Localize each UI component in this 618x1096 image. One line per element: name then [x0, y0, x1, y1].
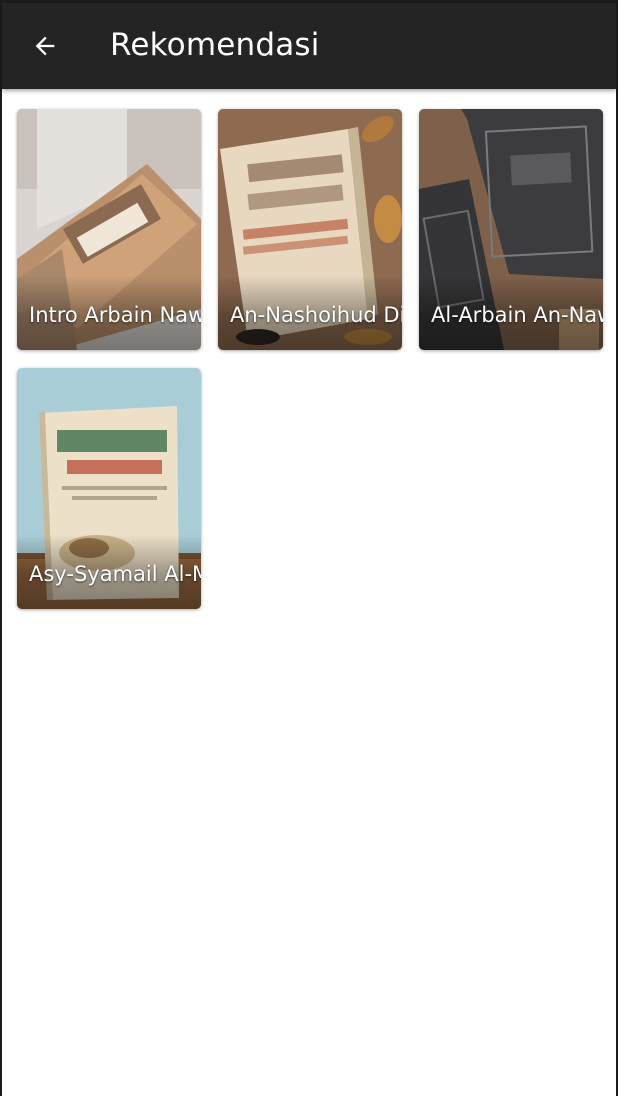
arrow-left-icon — [35, 36, 55, 56]
screen: Rekomendasi Intro Arbain Nawawi — [0, 0, 618, 1096]
book-card[interactable]: Al-Arbain An-Nawawiyyah — [419, 109, 603, 350]
book-title: Asy-Syamail Al-Muhammadiyah — [29, 562, 201, 586]
back-button[interactable] — [26, 27, 64, 65]
app-bar: Rekomendasi — [2, 3, 616, 89]
book-card[interactable]: Asy-Syamail Al-Muhammadiyah — [17, 368, 201, 609]
book-title: An-Nashoihud Diniyyah — [230, 303, 402, 327]
page-title: Rekomendasi — [110, 27, 320, 63]
book-title: Al-Arbain An-Nawawiyyah — [431, 303, 603, 327]
book-title: Intro Arbain Nawawi — [29, 303, 201, 327]
book-card[interactable]: Intro Arbain Nawawi — [17, 109, 201, 350]
book-card[interactable]: An-Nashoihud Diniyyah — [218, 109, 402, 350]
